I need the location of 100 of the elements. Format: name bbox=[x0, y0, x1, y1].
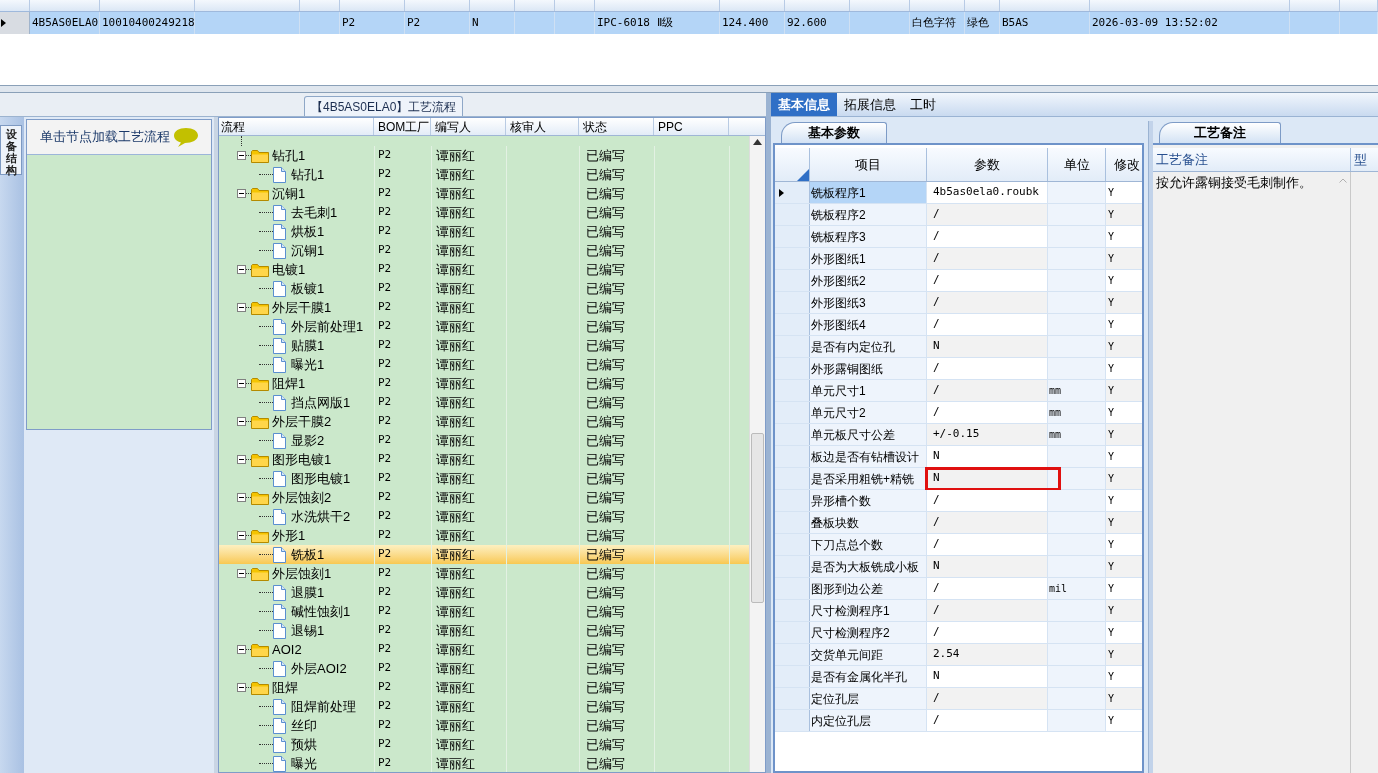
table-cell-text: 是否采用粗铣+精铣 bbox=[811, 470, 914, 488]
table-row[interactable]: 外形图纸2 / Y bbox=[775, 270, 1142, 292]
column-header[interactable]: 参数 bbox=[927, 148, 1048, 181]
table-row[interactable]: 外形露铜图纸 / Y bbox=[775, 358, 1142, 380]
tree-row[interactable]: 外层前处理1 P2 谭丽红 已编写 bbox=[219, 317, 749, 336]
tree-node-label: 丝印 bbox=[291, 716, 317, 735]
table-row[interactable]: 4B5AS0ELA0 10010400249218 P2 P2 N IPC-6018 Ⅱ级 124.400 92.600 白色字符 绿色 B5AS 2026-03-09 13:52:02 bbox=[0, 12, 1378, 34]
table-row[interactable]: 外形图纸1 / Y bbox=[775, 248, 1142, 270]
tree-row[interactable]: 烘板1 P2 谭丽红 已编写 bbox=[219, 222, 749, 241]
tree-row[interactable]: 阻焊1 P2 谭丽红 已编写 bbox=[219, 374, 749, 393]
table-row[interactable]: 尺寸检测程序1 / Y bbox=[775, 600, 1142, 622]
tree-row[interactable]: 挡点网版1 P2 谭丽红 已编写 bbox=[219, 393, 749, 412]
tree-row[interactable]: 钻孔1 P2 谭丽红 已编写 bbox=[219, 165, 749, 184]
tree-row[interactable]: 去毛刺1 P2 谭丽红 已编写 bbox=[219, 203, 749, 222]
table-row[interactable]: 单元尺寸2 / mm Y bbox=[775, 402, 1142, 424]
tree-node-label: 贴膜1 bbox=[291, 336, 325, 355]
tree-row[interactable]: 沉铜1 P2 谭丽红 已编写 bbox=[219, 184, 749, 203]
table-row[interactable]: 是否为大板铣成小板 N Y bbox=[775, 556, 1142, 578]
tab[interactable]: 工时 bbox=[903, 93, 943, 116]
tree-node-label: 沉铜1 bbox=[272, 184, 306, 203]
tree-row[interactable]: 沉铜1 P2 谭丽红 已编写 bbox=[219, 241, 749, 260]
table-cell: 4b5as0ela0.roubk bbox=[933, 184, 1039, 201]
table-row[interactable]: 外形图纸4 / Y bbox=[775, 314, 1142, 336]
table-row[interactable]: 是否有金属化半孔 N Y bbox=[775, 666, 1142, 688]
table-row[interactable]: 定位孔层 / Y bbox=[775, 688, 1142, 710]
table-cell: P2 bbox=[378, 527, 392, 544]
tree-row[interactable]: 外层蚀刻1 P2 谭丽红 已编写 bbox=[219, 564, 749, 583]
table-row[interactable]: 交货单元间距 2.54 Y bbox=[775, 644, 1142, 666]
tree-row[interactable]: 显影2 P2 谭丽红 已编写 bbox=[219, 431, 749, 450]
table-cell-text: 单元板尺寸公差 bbox=[811, 426, 895, 444]
table-cell: P2 bbox=[378, 318, 392, 335]
note-text: 按允许露铜接受毛刺制作。 bbox=[1156, 176, 1312, 190]
column-header[interactable]: BOM工厂 bbox=[374, 118, 431, 135]
table-row[interactable]: 图形到边公差 / mil Y bbox=[775, 578, 1142, 600]
tree-row[interactable]: 阻焊 P2 谭丽红 已编写 bbox=[219, 678, 749, 697]
tree-row[interactable]: 铣板1 P2 谭丽红 已编写 bbox=[219, 545, 749, 564]
table-cell-text: P2 bbox=[407, 14, 421, 31]
tree-node-label: 退锡1 bbox=[291, 621, 325, 640]
table-row[interactable]: 下刀点总个数 / Y bbox=[775, 534, 1142, 556]
column-header[interactable]: 单位 bbox=[1048, 148, 1106, 181]
vertical-tab[interactable]: 设备结构 bbox=[0, 125, 22, 175]
tree-row[interactable]: 丝印 P2 谭丽红 已编写 bbox=[219, 716, 749, 735]
tree-row[interactable]: 外层干膜1 P2 谭丽红 已编写 bbox=[219, 298, 749, 317]
tree-row[interactable]: 曝光1 P2 谭丽红 已编写 bbox=[219, 355, 749, 374]
tree-row[interactable]: 图形电镀1 P2 谭丽红 已编写 bbox=[219, 469, 749, 488]
panel-tab[interactable]: 工艺备注 bbox=[1159, 122, 1281, 143]
tree-row[interactable]: 外层蚀刻2 P2 谭丽红 已编写 bbox=[219, 488, 749, 507]
table-cell-text: mil bbox=[1049, 582, 1068, 596]
table-cell-text: 谭丽红 bbox=[436, 488, 475, 507]
tree-row[interactable]: 电镀1 P2 谭丽红 已编写 bbox=[219, 260, 749, 279]
tree-row[interactable]: 钻孔1 P2 谭丽红 已编写 bbox=[219, 146, 749, 165]
table-cell-text: 已编写 bbox=[586, 716, 625, 735]
tree-row[interactable]: 外层AOI2 P2 谭丽红 已编写 bbox=[219, 659, 749, 678]
column-header[interactable]: 项目 bbox=[810, 148, 927, 181]
table-cell: / bbox=[933, 250, 940, 267]
column-header[interactable]: 核审人 bbox=[506, 118, 579, 135]
table-row[interactable]: 内定位孔层 / Y bbox=[775, 710, 1142, 732]
tree-row[interactable]: 退膜1 P2 谭丽红 已编写 bbox=[219, 583, 749, 602]
table-row[interactable]: 是否有内定位孔 N Y bbox=[775, 336, 1142, 358]
table-row[interactable]: 尺寸检测程序2 / Y bbox=[775, 622, 1142, 644]
tree-row[interactable]: 碱性蚀刻1 P2 谭丽红 已编写 bbox=[219, 602, 749, 621]
table-cell-text: 谭丽红 bbox=[436, 754, 475, 772]
table-row[interactable]: 单元尺寸1 / mm Y bbox=[775, 380, 1142, 402]
table-row[interactable]: 异形槽个数 / Y bbox=[775, 490, 1142, 512]
tree-row[interactable]: AOI2 P2 谭丽红 已编写 bbox=[219, 640, 749, 659]
tab[interactable]: 拓展信息 bbox=[837, 93, 903, 116]
table-cell-text: 是否有内定位孔 bbox=[811, 338, 895, 356]
table-cell-text: Y bbox=[1108, 384, 1115, 398]
column-header[interactable]: 工艺备注 bbox=[1153, 148, 1351, 171]
tree-row[interactable]: 外层干膜2 P2 谭丽红 已编写 bbox=[219, 412, 749, 431]
tab[interactable]: 基本信息 bbox=[771, 93, 837, 116]
table-row[interactable]: 外形图纸3 / Y bbox=[775, 292, 1142, 314]
table-cell-text: 已编写 bbox=[586, 355, 625, 374]
tree-row[interactable]: 板镀1 P2 谭丽红 已编写 bbox=[219, 279, 749, 298]
table-row[interactable]: 铣板程序3 / Y bbox=[775, 226, 1142, 248]
table-row[interactable]: 铣板程序1 4b5as0ela0.roubk Y bbox=[775, 182, 1142, 204]
tree-row[interactable]: 水洗烘干2 P2 谭丽红 已编写 bbox=[219, 507, 749, 526]
table-cell-text: Y bbox=[1108, 340, 1115, 354]
table-row[interactable]: 叠板块数 / Y bbox=[775, 512, 1142, 534]
tree-row[interactable]: 阻焊前处理 P2 谭丽红 已编写 bbox=[219, 697, 749, 716]
table-cell-text: 已编写 bbox=[586, 640, 625, 659]
tree-row[interactable]: 图形电镀1 P2 谭丽红 已编写 bbox=[219, 450, 749, 469]
table-cell-text: 谭丽红 bbox=[436, 203, 475, 222]
panel-tab[interactable]: 基本参数 bbox=[781, 122, 887, 143]
table-row[interactable]: 单元板尺寸公差 +/-0.15 mm Y bbox=[775, 424, 1142, 446]
table-row[interactable]: 铣板程序2 / Y bbox=[775, 204, 1142, 226]
table-cell: P2 bbox=[378, 223, 392, 240]
tree-row[interactable]: 曝光 P2 谭丽红 已编写 bbox=[219, 754, 749, 772]
column-header[interactable]: 型 bbox=[1351, 148, 1378, 171]
column-header[interactable]: PPC bbox=[654, 118, 729, 135]
tree-row[interactable]: 退锡1 P2 谭丽红 已编写 bbox=[219, 621, 749, 640]
tree-row[interactable]: 贴膜1 P2 谭丽红 已编写 bbox=[219, 336, 749, 355]
table-row[interactable]: 板边是否有钻槽设计 N Y bbox=[775, 446, 1142, 468]
column-header[interactable]: 状态 bbox=[579, 118, 654, 135]
table-cell-text: 板边是否有钻槽设计 bbox=[811, 448, 919, 466]
column-header[interactable]: 编写人 bbox=[431, 118, 506, 135]
tree-node-label: 电镀1 bbox=[272, 260, 306, 279]
table-cell-text: 已编写 bbox=[586, 735, 625, 754]
column-header[interactable]: 流程 bbox=[219, 118, 374, 135]
tree-row[interactable]: 预烘 P2 谭丽红 已编写 bbox=[219, 735, 749, 754]
